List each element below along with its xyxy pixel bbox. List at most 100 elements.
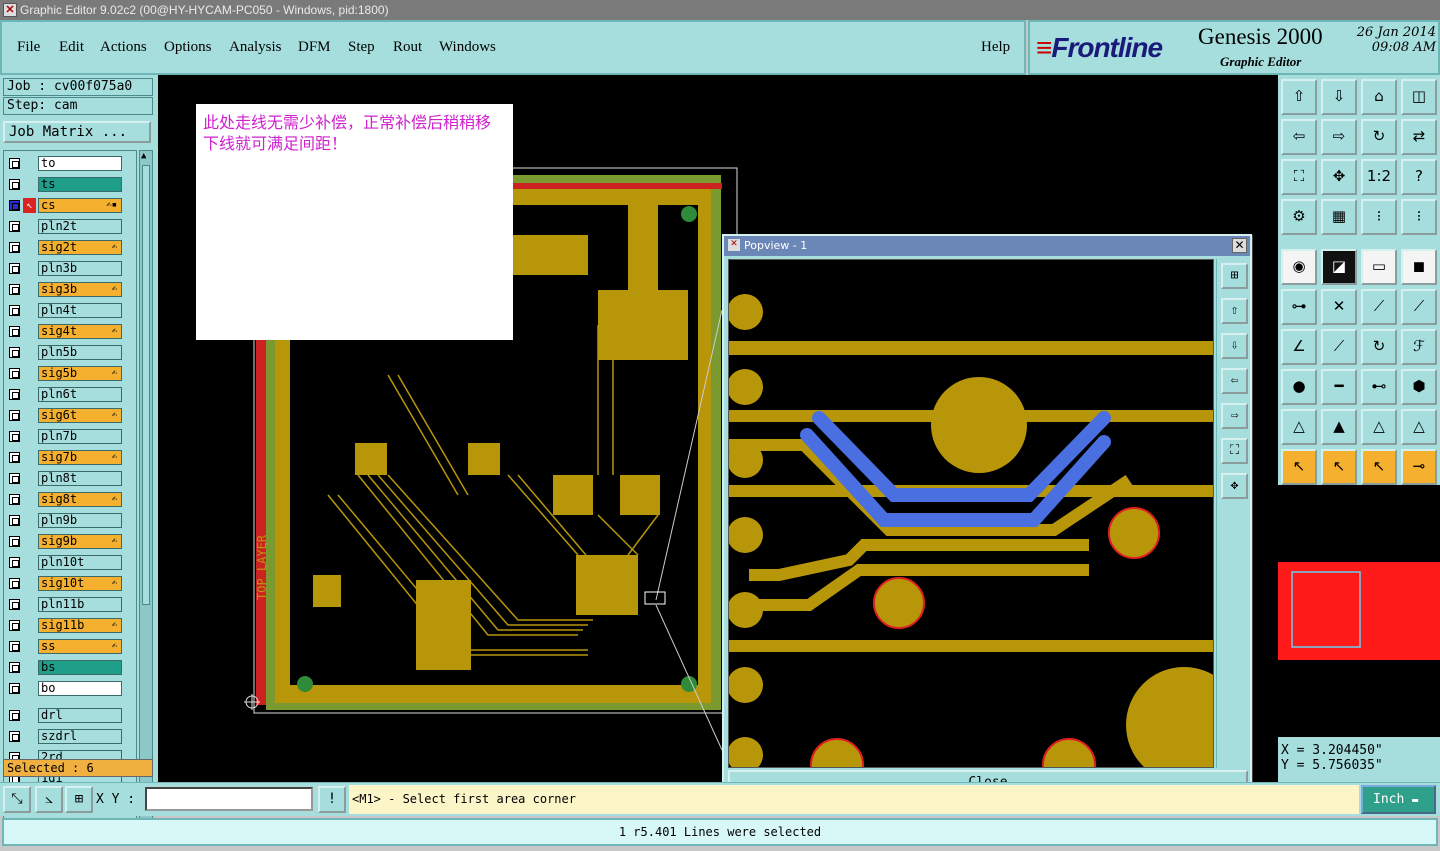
layer-list-scrollbar[interactable]: ▲ ▼ (139, 150, 153, 830)
grid-snap-icon[interactable]: ⊞ (65, 786, 93, 813)
scale-icon[interactable]: 1:2 (1361, 159, 1397, 195)
layer-name[interactable]: sig4t ✍ (38, 324, 122, 339)
layer-row-sig7b[interactable]: sig7b ✍ (6, 450, 124, 465)
route-icon[interactable]: ⊸ (1401, 449, 1437, 485)
pointer-alt-icon[interactable]: ↖ (1361, 449, 1397, 485)
layer-name[interactable]: pln11b (38, 597, 122, 612)
zoom-area-icon[interactable]: ⤡ (3, 786, 31, 813)
zoom-fit-icon[interactable]: ⛶ (1281, 159, 1317, 195)
home-icon[interactable]: ⌂ (1361, 79, 1397, 115)
alert-icon[interactable]: ! (318, 786, 346, 813)
cross-icon[interactable]: ✕ (1321, 289, 1357, 325)
layer-name[interactable]: pln10t (38, 555, 122, 570)
shapes-icon[interactable]: ⬢ (1401, 369, 1437, 405)
layer-name[interactable]: sig3b ✍ (38, 282, 122, 297)
layer-row-sig5b[interactable]: sig5b ✍ (6, 366, 124, 381)
layer-name[interactable]: cs ✍▪ (38, 198, 122, 213)
layer-checkbox[interactable] (9, 347, 20, 358)
connect-icon[interactable]: ⊶ (1281, 289, 1317, 325)
triangle-b-icon[interactable]: △ (1361, 409, 1397, 445)
layer-name[interactable]: pln2t (38, 219, 122, 234)
menu-dfm[interactable]: DFM (298, 39, 331, 56)
layer-checkbox[interactable] (9, 731, 20, 742)
layers-alt-icon[interactable]: ⁝ (1401, 199, 1437, 235)
layer-name[interactable]: sig5b ✍ (38, 366, 122, 381)
layer-checkbox[interactable] (9, 221, 20, 232)
layer-checkbox[interactable] (9, 473, 20, 484)
popview-canvas[interactable] (728, 259, 1214, 768)
layer-row-bo[interactable]: bo (6, 681, 124, 696)
layer-checkbox[interactable] (9, 620, 20, 631)
layer-row-pln6t[interactable]: pln6t (6, 387, 124, 402)
tools-icon[interactable]: ⚙ (1281, 199, 1317, 235)
layer-row-to[interactable]: to (6, 156, 124, 171)
ruler-icon[interactable]: ▭ (1361, 249, 1397, 285)
layer-name[interactable]: sig6t ✍ (38, 408, 122, 423)
layer-checkbox[interactable] (9, 515, 20, 526)
layer-name[interactable]: sig8t ✍ (38, 492, 122, 507)
layer-row-sig2t[interactable]: sig2t ✍ (6, 240, 124, 255)
arc-icon[interactable]: ↻ (1361, 329, 1397, 365)
snap-icon[interactable]: ◪ (1321, 249, 1357, 285)
layer-row-pln10t[interactable]: pln10t (6, 555, 124, 570)
scroll-thumb[interactable] (142, 165, 150, 605)
overview-window[interactable] (1278, 485, 1440, 737)
layer-checkbox[interactable] (9, 683, 20, 694)
layer-row-pln9b[interactable]: pln9b (6, 513, 124, 528)
popview-title-bar[interactable]: ✕ Popview - 1 ✕ (724, 236, 1250, 256)
layer-checkbox[interactable] (9, 368, 20, 379)
popview-pan-up-icon[interactable]: ⇧ (1221, 298, 1248, 324)
menu-actions[interactable]: Actions (100, 39, 147, 56)
layer-name[interactable]: pln4t (38, 303, 122, 318)
layer-name[interactable]: bs (38, 660, 122, 675)
popview-pan-left-icon[interactable]: ⇦ (1221, 368, 1248, 394)
segment-icon[interactable]: ━ (1321, 369, 1357, 405)
layer-row-drl[interactable]: drl (6, 708, 124, 723)
layer-row-pln5b[interactable]: pln5b (6, 345, 124, 360)
layer-name[interactable]: pln5b (38, 345, 122, 360)
job-matrix-button[interactable]: Job Matrix ... (3, 121, 151, 143)
layer-checkbox[interactable] (9, 641, 20, 652)
layer-checkbox[interactable] (9, 389, 20, 400)
pointer-icon[interactable]: ↖ (1281, 449, 1317, 485)
popview-zoom-icon[interactable]: ⊞ (1221, 263, 1248, 289)
layer-name[interactable]: pln9b (38, 513, 122, 528)
popview-pan-right-icon[interactable]: ⇨ (1221, 403, 1248, 429)
popview-menu-icon[interactable]: ✕ (728, 239, 740, 251)
layer-row-pln4t[interactable]: pln4t (6, 303, 124, 318)
menu-edit[interactable]: Edit (59, 39, 84, 56)
layer-row-bs[interactable]: bs (6, 660, 124, 675)
flip-icon[interactable]: ⇄ (1401, 119, 1437, 155)
layer-checkbox[interactable] (9, 284, 20, 295)
close-icon[interactable]: ✕ (1232, 238, 1247, 253)
layer-name[interactable]: to (38, 156, 122, 171)
scroll-up-icon[interactable]: ▲ (141, 151, 146, 161)
layer-row-pln11b[interactable]: pln11b (6, 597, 124, 612)
layer-row-ss[interactable]: ss ✍ (6, 639, 124, 654)
layer-name[interactable]: ts (38, 177, 122, 192)
menu-analysis[interactable]: Analysis (229, 39, 282, 56)
menu-rout[interactable]: Rout (393, 39, 422, 56)
pad-add-icon[interactable]: ● (1281, 369, 1317, 405)
unit-selector[interactable]: Inch ▬ (1361, 785, 1436, 814)
menu-file[interactable]: File (17, 39, 40, 56)
layer-checkbox[interactable] (9, 431, 20, 442)
layer-row-sig11b[interactable]: sig11b ✍ (6, 618, 124, 633)
layer-row-sig9b[interactable]: sig9b ✍ (6, 534, 124, 549)
layer-row-sig6t[interactable]: sig6t ✍ (6, 408, 124, 423)
pan-left-icon[interactable]: ⇦ (1281, 119, 1317, 155)
menu-windows[interactable]: Windows (439, 39, 496, 56)
layer-checkbox[interactable] (9, 662, 20, 673)
layer-row-sig10t[interactable]: sig10t ✍ (6, 576, 124, 591)
layer-name[interactable]: szdrl (38, 729, 122, 744)
layer-name[interactable]: drl (38, 708, 122, 723)
app-icon[interactable]: ✕ (3, 3, 17, 17)
angle-icon[interactable]: ∠ (1281, 329, 1317, 365)
home-up-icon[interactable]: ⇧ (1281, 79, 1317, 115)
pad-icon[interactable]: ◉ (1281, 249, 1317, 285)
layer-checkbox[interactable] (9, 179, 20, 190)
layer-checkbox[interactable] (9, 158, 20, 169)
menu-step[interactable]: Step (348, 39, 375, 56)
measure-icon[interactable]: ⦣ (35, 786, 63, 813)
triangle-c-icon[interactable]: △ (1401, 409, 1437, 445)
